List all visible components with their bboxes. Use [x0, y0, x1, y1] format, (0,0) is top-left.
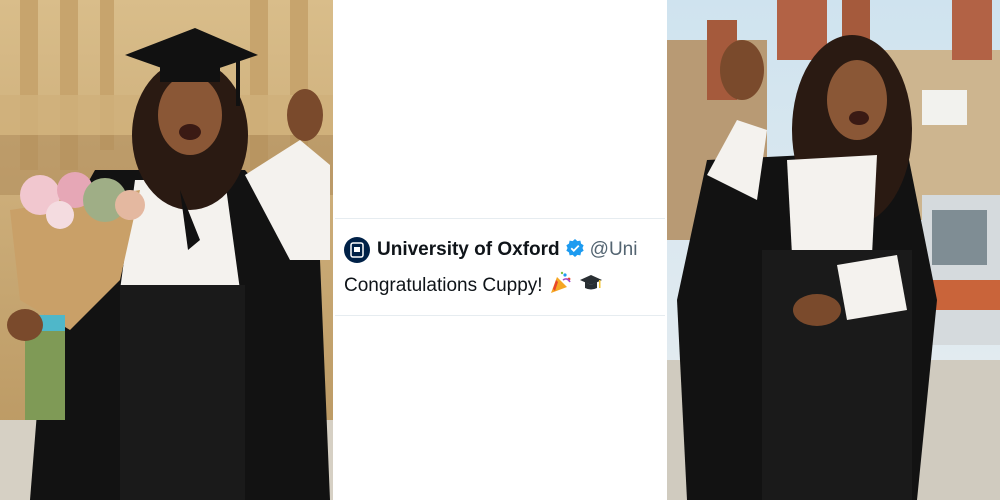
graduate-photo-left-image	[0, 0, 333, 500]
tweet-panel: University of Oxford @Uni Congratulation…	[335, 0, 665, 500]
tweet-display-name[interactable]: University of Oxford	[377, 239, 560, 261]
verified-badge-icon	[566, 238, 584, 262]
party-popper-icon	[549, 271, 573, 301]
graduate-photo-right	[667, 0, 1000, 500]
tweet-card[interactable]: University of Oxford @Uni Congratulation…	[335, 218, 665, 316]
tweet-handle[interactable]: @Uni	[590, 239, 638, 261]
tweet-header: University of Oxford @Uni	[344, 237, 637, 263]
oxford-crest-icon[interactable]	[344, 237, 370, 263]
graduate-photo-right-image	[667, 0, 1000, 500]
graduation-cap-icon	[579, 271, 603, 301]
graduate-photo-left	[0, 0, 333, 500]
tweet-text-content: Congratulations Cuppy!	[344, 275, 543, 296]
tweet-text: Congratulations Cuppy!	[344, 271, 603, 301]
